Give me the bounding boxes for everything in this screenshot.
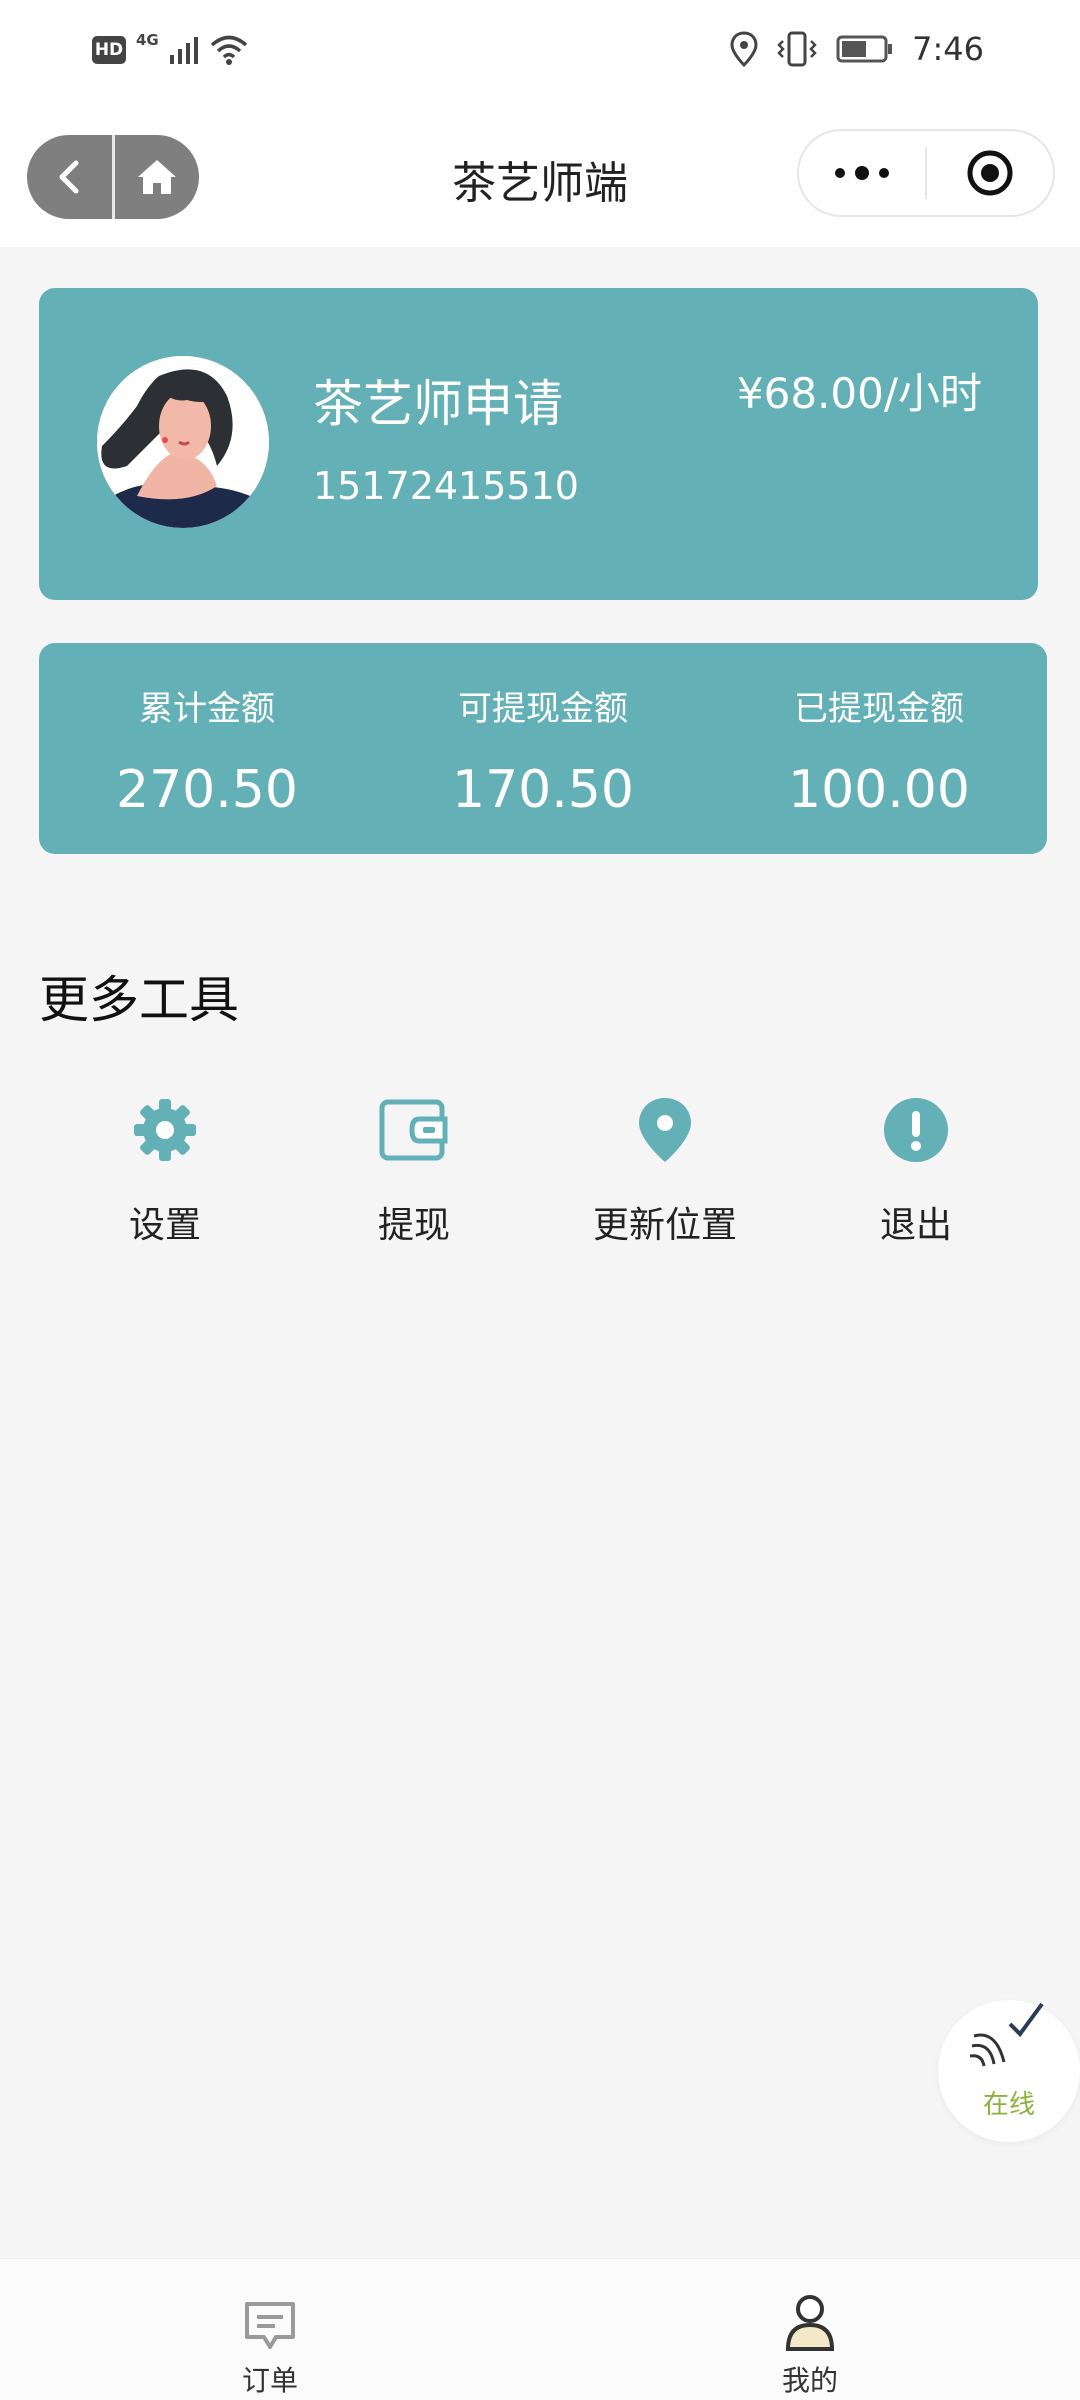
location-icon xyxy=(730,31,758,67)
tool-label: 设置 xyxy=(128,1205,201,1246)
tool-label: 退出 xyxy=(879,1205,952,1246)
stat-total: 累计金额 270.50 xyxy=(39,643,375,854)
tools-row: 设置 提现 更新位置 退出 xyxy=(0,1090,1080,1260)
user-icon xyxy=(785,2295,835,2351)
stat-withdrawn: 已提现金额 100.00 xyxy=(711,643,1047,854)
online-label: 在线 xyxy=(982,2090,1035,2120)
network-type: 4G xyxy=(136,31,159,49)
nav-capsule-right xyxy=(797,129,1055,217)
tool-settings[interactable]: 设置 xyxy=(50,1090,280,1260)
status-bar: HD 4G 7:46 xyxy=(0,0,1080,105)
tab-icon-wrap xyxy=(150,2259,390,2351)
tool-icon-wrap xyxy=(50,1090,280,1170)
hourly-rate: ¥68.00/小时 xyxy=(736,369,982,418)
more-button[interactable] xyxy=(799,131,925,215)
vibrate-icon xyxy=(777,31,817,67)
avatar-illustration xyxy=(97,356,269,528)
clock: 7:46 xyxy=(912,30,984,68)
wifi-icon xyxy=(210,35,247,65)
status-left: HD 4G xyxy=(92,31,249,66)
more-dots-icon xyxy=(835,166,889,180)
screen: HD 4G 7:46 茶艺师端 茶艺师申请 15172415510 ¥68.00… xyxy=(0,0,1080,2400)
signal-icon xyxy=(169,37,198,64)
online-status-badge[interactable]: 在线 xyxy=(938,2000,1080,2142)
tab-label: 我的 xyxy=(781,2364,838,2397)
tool-update-location[interactable]: 更新位置 xyxy=(550,1090,780,1260)
message-icon xyxy=(245,2302,295,2349)
signal-online-icon xyxy=(969,2002,1044,2067)
gear-icon xyxy=(134,1099,196,1161)
stat-value: 100.00 xyxy=(788,760,970,820)
tool-icon-wrap xyxy=(299,1090,529,1170)
tab-label: 订单 xyxy=(241,2364,298,2397)
tab-icon-wrap xyxy=(690,2259,930,2351)
hd-badge: HD xyxy=(92,36,126,64)
wallet-icon xyxy=(379,1099,448,1161)
profile-card[interactable]: 茶艺师申请 15172415510 ¥68.00/小时 xyxy=(39,288,1038,600)
stats-card: 累计金额 270.50 可提现金额 170.50 已提现金额 100.00 xyxy=(39,643,1047,854)
tab-mine[interactable]: 我的 xyxy=(690,2259,930,2400)
stat-value: 170.50 xyxy=(452,760,634,820)
target-icon xyxy=(967,150,1013,196)
tool-label: 更新位置 xyxy=(592,1205,737,1246)
tool-withdraw[interactable]: 提现 xyxy=(299,1090,529,1260)
status-right: 7:46 xyxy=(730,30,984,68)
stat-value: 270.50 xyxy=(116,760,298,820)
tool-label: 提现 xyxy=(377,1205,450,1246)
tool-logout[interactable]: 退出 xyxy=(801,1090,1031,1260)
stat-label: 可提现金额 xyxy=(458,689,628,729)
location-pin-icon xyxy=(639,1098,691,1162)
stat-label: 累计金额 xyxy=(139,689,275,729)
tool-icon-wrap xyxy=(801,1090,1031,1170)
tools-section-title: 更多工具 xyxy=(39,971,239,1029)
tool-icon-wrap xyxy=(550,1090,780,1170)
stat-withdrawable: 可提现金额 170.50 xyxy=(375,643,711,854)
nav-bar: 茶艺师端 xyxy=(0,105,1080,247)
close-miniprogram-button[interactable] xyxy=(927,131,1053,215)
exclamation-icon xyxy=(884,1098,948,1162)
profile-phone: 15172415510 xyxy=(313,464,579,508)
profile-name: 茶艺师申请 xyxy=(313,375,563,433)
battery-icon xyxy=(836,35,893,63)
avatar xyxy=(97,356,269,528)
tab-bar: 订单 我的 xyxy=(0,2258,1080,2400)
stat-label: 已提现金额 xyxy=(794,689,964,729)
tab-orders[interactable]: 订单 xyxy=(150,2259,390,2400)
